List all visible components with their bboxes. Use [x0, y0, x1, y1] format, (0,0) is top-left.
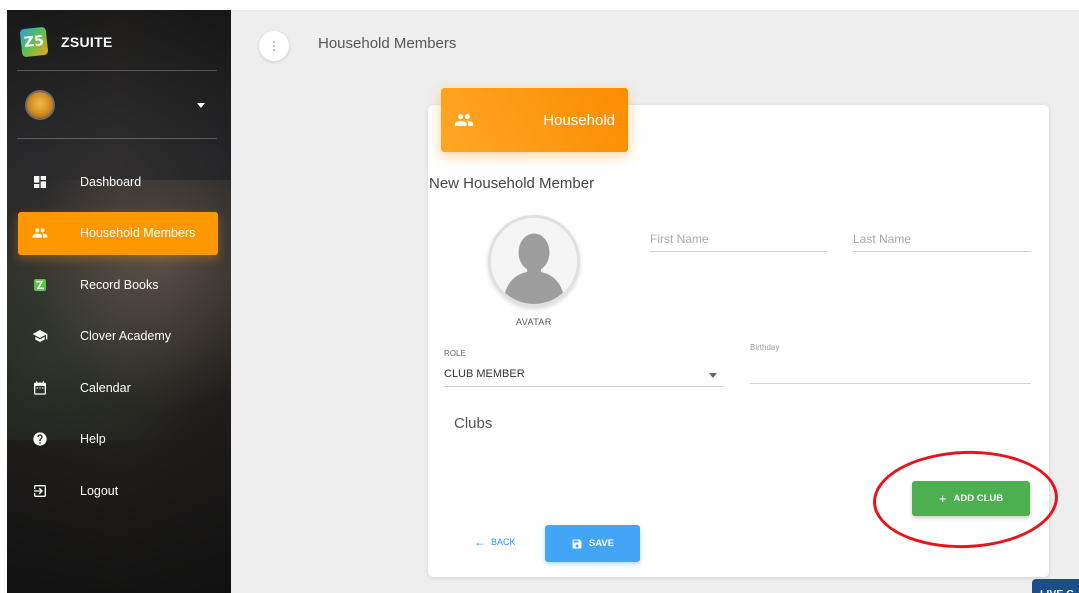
avatar-upload[interactable] [488, 215, 580, 307]
save-icon [572, 539, 582, 548]
live-chat-button[interactable]: LIVE C [1032, 579, 1079, 593]
sidebar-item-logout[interactable]: Logout [18, 469, 218, 512]
sidebar-item-record-books[interactable]: Record Books [18, 263, 218, 306]
sidebar-divider [17, 70, 217, 71]
sidebar-item-label: Clover Academy [80, 329, 172, 343]
save-label: SAVE [588, 538, 615, 549]
more-vertical-icon[interactable]: ⋮ [259, 31, 289, 61]
back-label: BACK [491, 537, 516, 547]
sidebar-item-help[interactable]: Help [18, 418, 218, 461]
sidebar: Z5 ZSUITE Dashboard Household Members Re… [7, 10, 231, 593]
page-title: Household Members [318, 35, 457, 52]
sidebar-item-label: Household Members [80, 226, 196, 240]
role-label: ROLE [444, 349, 466, 358]
sidebar-item-calendar[interactable]: Calendar [18, 366, 218, 409]
sidebar-item-dashboard[interactable]: Dashboard [18, 160, 218, 203]
sidebar-divider [17, 138, 217, 139]
last-name-placeholder: Last Name [853, 232, 912, 246]
sidebar-item-household-members[interactable]: Household Members [18, 211, 218, 255]
card-header-title: Household [543, 111, 615, 129]
birthday-field[interactable] [750, 362, 1031, 384]
zsuite-logo-icon [32, 277, 48, 293]
plus-icon: + [938, 491, 947, 506]
arrow-left-icon: ← [474, 535, 486, 549]
sidebar-item-clover-academy[interactable]: Clover Academy [18, 315, 218, 358]
sidebar-item-label: Record Books [80, 277, 159, 292]
add-club-button[interactable]: + ADD CLUB [912, 481, 1030, 516]
card-header: Household [441, 88, 628, 152]
add-club-label: ADD CLUB [953, 493, 1004, 504]
calendar-icon [32, 380, 48, 396]
brand[interactable]: Z5 ZSUITE [19, 26, 113, 58]
clubs-title: Clubs [454, 415, 493, 432]
main-content: ⋮ Household Members Household New Househ… [231, 10, 1079, 593]
person-placeholder-icon [491, 218, 577, 304]
graduation-cap-icon [32, 328, 48, 344]
brand-name: ZSUITE [61, 34, 113, 50]
first-name-placeholder: First Name [650, 232, 709, 246]
birthday-label: Birthday [750, 343, 780, 352]
sidebar-item-label: Help [80, 432, 106, 446]
role-select[interactable]: CLUB MEMBER [444, 365, 723, 387]
user-avatar [25, 90, 55, 120]
people-icon [454, 110, 474, 130]
help-icon [32, 431, 48, 447]
form-title: New Household Member [429, 175, 595, 192]
sidebar-item-label: Dashboard [80, 174, 142, 189]
dropdown-arrow-icon [709, 373, 717, 378]
back-button[interactable]: ← BACK [474, 535, 516, 549]
first-name-field[interactable]: First Name [650, 230, 827, 252]
avatar-label: AVATAR [516, 317, 552, 327]
user-menu[interactable] [25, 90, 205, 120]
sidebar-item-label: Logout [80, 483, 119, 498]
logout-icon [32, 483, 48, 499]
people-icon [32, 225, 48, 241]
save-button[interactable]: SAVE [545, 525, 640, 562]
role-value: CLUB MEMBER [444, 368, 525, 380]
sidebar-item-label: Calendar [80, 380, 131, 395]
zsuite-logo-icon: Z5 [19, 26, 49, 58]
last-name-field[interactable]: Last Name [853, 230, 1031, 252]
chevron-down-icon [197, 102, 205, 108]
dashboard-icon [32, 174, 48, 190]
sidebar-nav: Dashboard Household Members Record Books… [18, 160, 218, 521]
